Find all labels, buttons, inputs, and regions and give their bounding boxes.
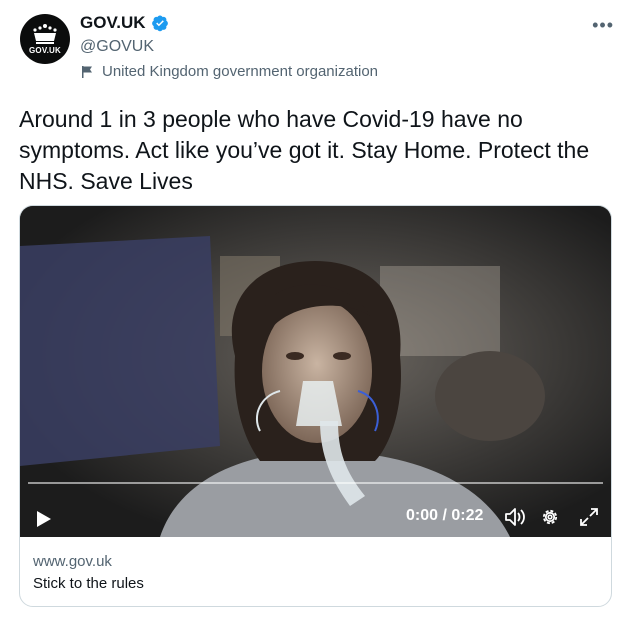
account-name-row: GOV.UK [80,13,169,33]
account-handle[interactable]: @GOVUK [80,38,154,56]
video-time: 0:00 / 0:22 [406,507,484,524]
play-icon[interactable] [36,510,52,528]
volume-icon[interactable] [503,506,527,528]
fullscreen-icon[interactable] [578,506,600,528]
account-label-text: United Kingdom government organization [102,63,378,80]
link-card[interactable]: 0:00 / 0:22 www.gov.uk Stick to the rule… [19,205,612,607]
video-thumbnail [20,206,611,537]
tweet-text: Around 1 in 3 people who have Covid-19 h… [19,106,590,194]
gear-icon[interactable] [540,507,560,527]
flag-icon [82,65,92,78]
account-label: United Kingdom government organization [80,63,378,80]
link-title[interactable]: Stick to the rules [33,575,144,592]
display-name[interactable]: GOV.UK [80,13,146,33]
verified-badge-icon [151,15,168,32]
video-controls: 0:00 / 0:22 [20,496,611,536]
more-options-icon[interactable]: ••• [592,16,614,34]
link-domain: www.gov.uk [33,553,112,570]
avatar[interactable]: GOV.UK [20,14,70,64]
video-player[interactable]: 0:00 / 0:22 [20,206,611,537]
avatar-label: GOV.UK [28,46,62,55]
crown-icon [33,24,57,44]
video-progress-bar[interactable] [28,482,603,484]
